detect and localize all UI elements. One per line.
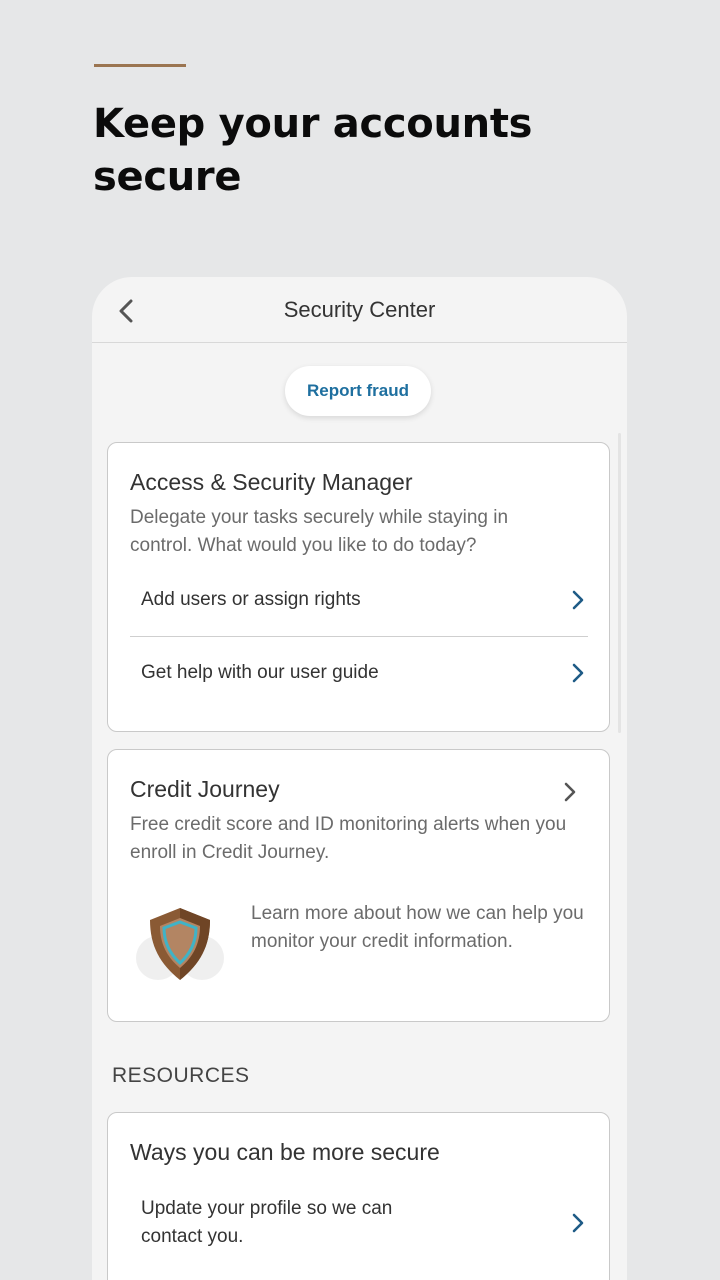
chevron-right-icon: [568, 661, 588, 685]
hero-title: Keep your accounts secure: [93, 101, 533, 200]
card-description: Delegate your tasks securely while stayi…: [130, 507, 509, 556]
card-title: Ways you can be more secure: [130, 1139, 440, 1165]
row-label: Get help with our user guide: [141, 662, 379, 683]
report-fraud-button[interactable]: Report fraud: [285, 366, 431, 416]
top-bar: Security Center: [92, 277, 627, 343]
chevron-right-icon: [568, 588, 588, 612]
divider: [130, 636, 588, 637]
shield-icon: [136, 908, 224, 980]
accent-line: [94, 64, 186, 67]
add-users-row[interactable]: Add users or assign rights: [130, 586, 588, 614]
section-label-resources: RESOURCES: [112, 1064, 250, 1087]
update-profile-row[interactable]: Update your profile so we can contact yo…: [130, 1195, 588, 1251]
page-title: Security Center: [283, 297, 436, 322]
chevron-right-icon: [560, 780, 580, 804]
scrollbar[interactable]: [618, 433, 621, 733]
credit-journey-card[interactable]: Credit Journey Free credit score and ID …: [107, 749, 610, 1022]
card-title: Access & Security Manager: [130, 469, 413, 495]
card-description: Free credit score and ID monitoring aler…: [130, 814, 567, 863]
row-label: Add users or assign rights: [141, 589, 361, 610]
chevron-right-icon: [568, 1211, 588, 1235]
phone-frame: Security Center Report fraud Access & Se…: [92, 277, 627, 1280]
card-title: Credit Journey: [130, 776, 280, 802]
access-security-card: Access & Security Manager Delegate your …: [107, 442, 610, 732]
user-guide-row[interactable]: Get help with our user guide: [130, 659, 588, 687]
row-label: Update your profile so we can contact yo…: [141, 1198, 393, 1247]
resources-card: Ways you can be more secure Update your …: [107, 1112, 610, 1280]
promo-text: Learn more about how we can help you mon…: [251, 903, 584, 952]
